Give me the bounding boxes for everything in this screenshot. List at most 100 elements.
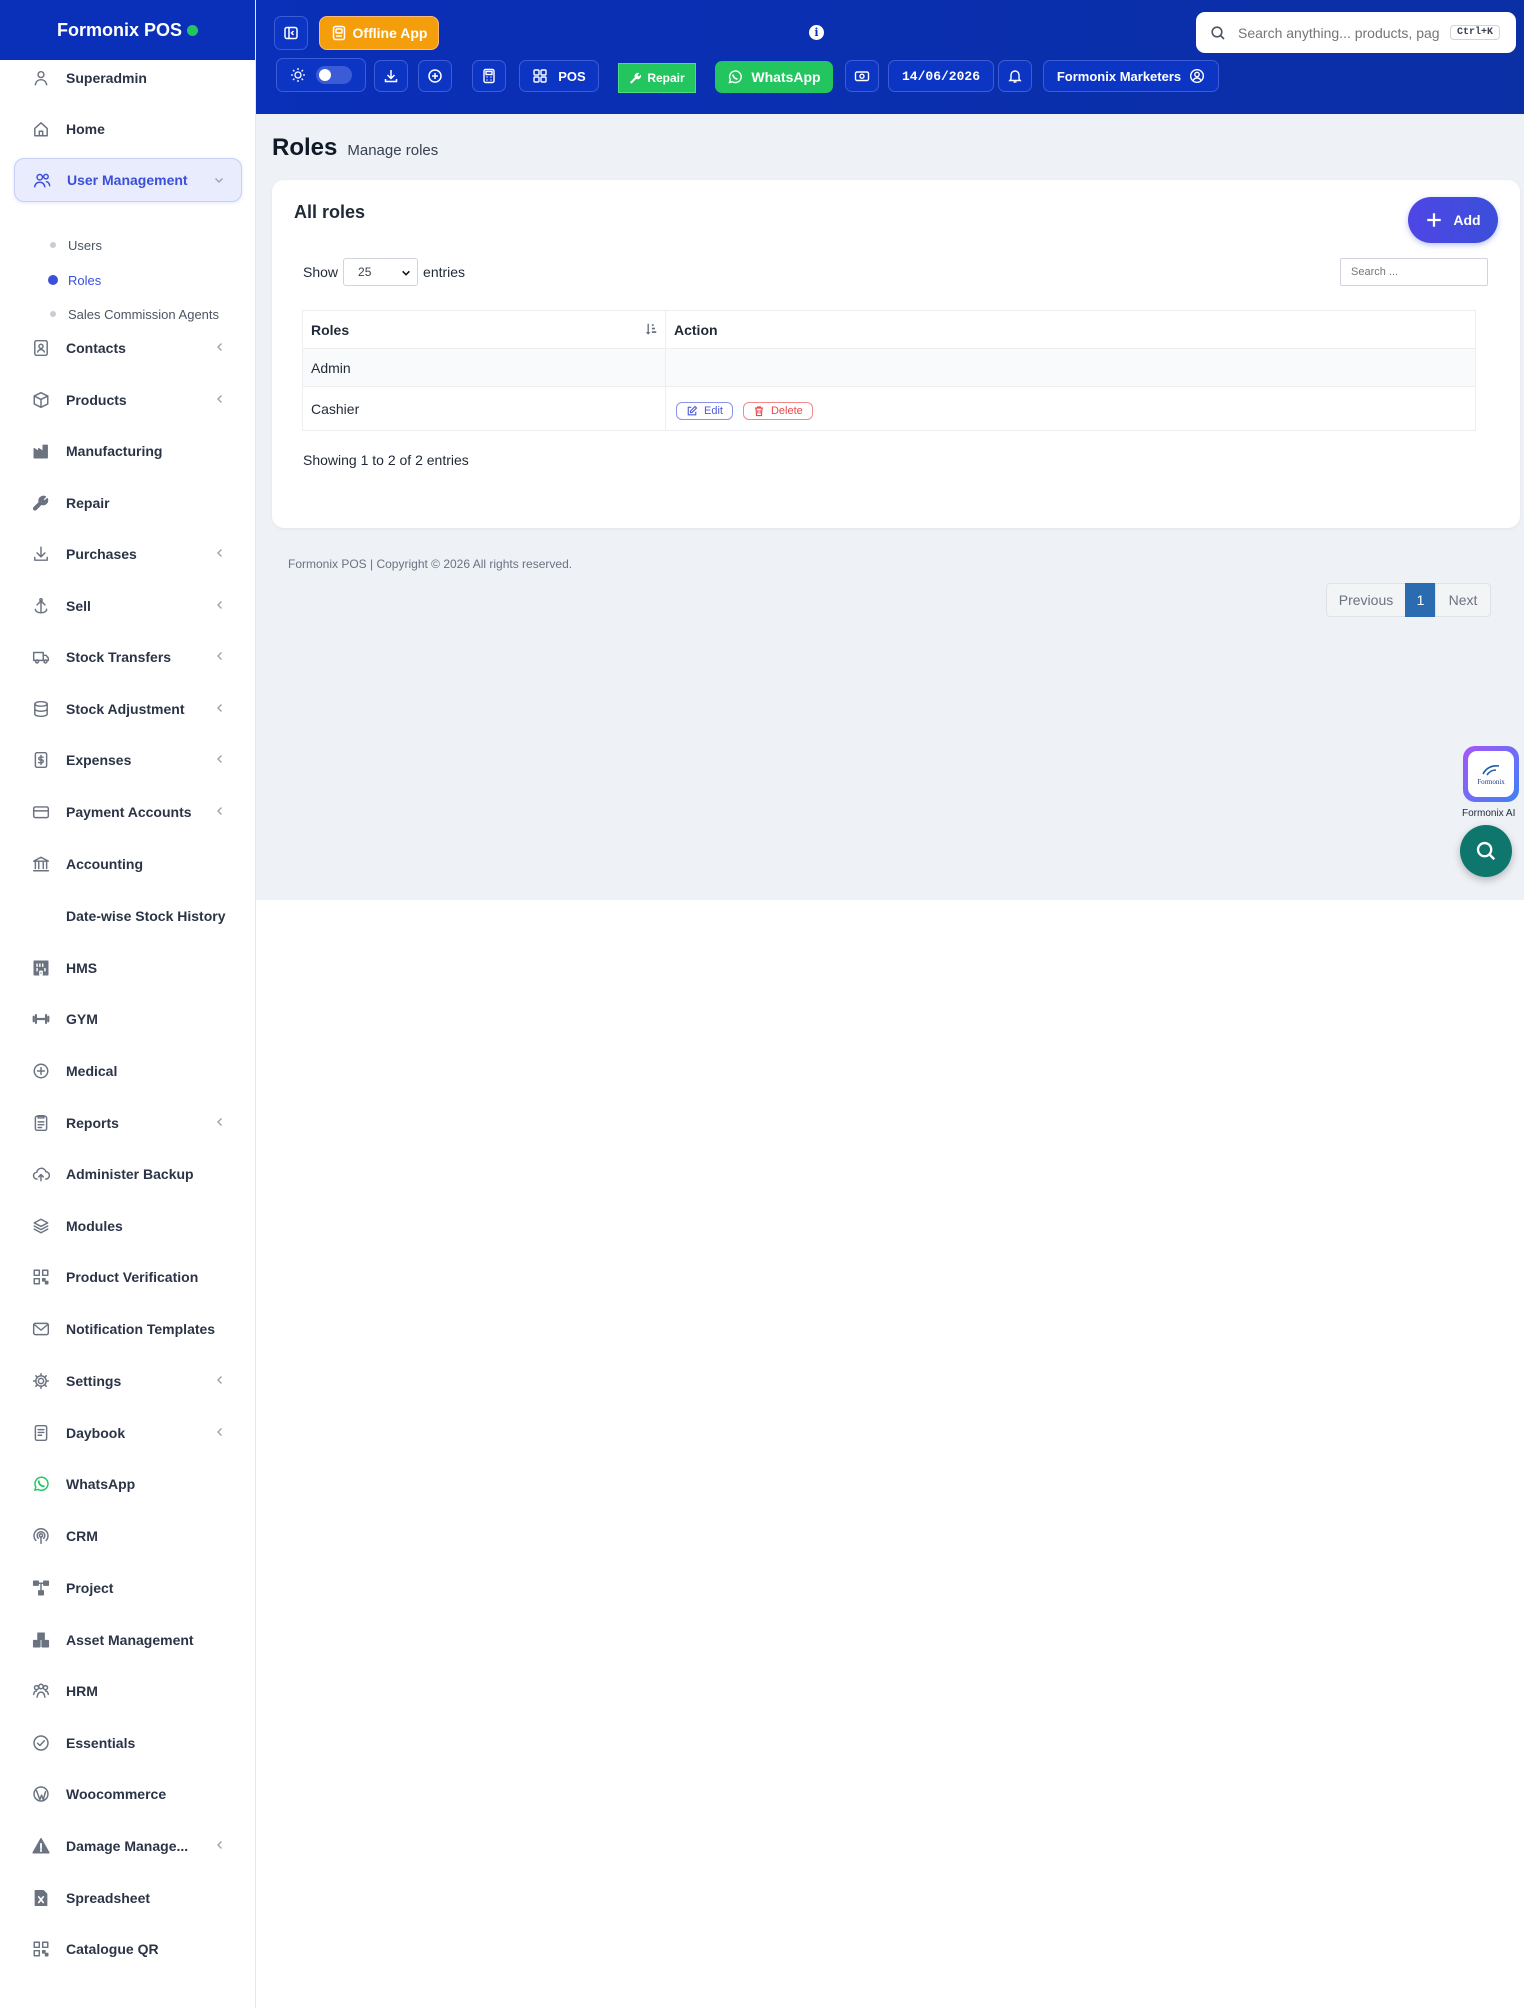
sidebar-item-superadmin[interactable]: Superadmin <box>14 56 242 100</box>
sidebar-item-stock-transfers[interactable]: Stock Transfers <box>14 635 242 679</box>
theme-switch[interactable] <box>316 66 352 84</box>
report-icon <box>34 1114 48 1132</box>
sidebar-item-spreadsheet[interactable]: Spreadsheet <box>14 1876 242 1920</box>
sidebar-item-repair[interactable]: Repair <box>14 481 242 525</box>
sidebar-item-whatsapp[interactable]: WhatsApp <box>14 1462 242 1506</box>
sidebar-item-purchases[interactable]: Purchases <box>14 532 242 576</box>
sidebar-item-administer-backup[interactable]: Administer Backup <box>14 1152 242 1196</box>
dumbbell-icon <box>32 1013 50 1025</box>
sidebar-item-home[interactable]: Home <box>14 107 242 151</box>
sidebar-item-product-verification[interactable]: Product Verification <box>14 1255 242 1299</box>
layers-icon <box>33 1218 49 1234</box>
sidebar-item-expenses[interactable]: Expenses <box>14 738 242 782</box>
download-button[interactable] <box>374 60 408 92</box>
submenu-item-label: Roles <box>68 272 102 288</box>
user-icon <box>34 70 48 86</box>
sidebar-item-catalogue-qr[interactable]: Catalogue QR <box>14 1927 242 1971</box>
sidebar-item-notification-templates[interactable]: Notification Templates <box>14 1307 242 1351</box>
submenu-item-label: Users <box>68 237 102 253</box>
sidebar-item-sell[interactable]: Sell <box>14 584 242 628</box>
date-display[interactable]: 14/06/2026 <box>888 60 994 92</box>
download-icon <box>384 70 398 83</box>
sidebar-item-crm[interactable]: CRM <box>14 1514 242 1558</box>
delete-button[interactable]: Delete <box>742 401 813 420</box>
cash-register-button[interactable] <box>845 60 879 92</box>
chevron-left-icon <box>217 807 222 815</box>
pagination-next[interactable]: Next <box>1435 583 1491 617</box>
offline-app-icon <box>332 25 345 41</box>
sidebar-item-essentials[interactable]: Essentials <box>14 1721 242 1765</box>
repair-button[interactable]: Repair <box>618 63 696 93</box>
sidebar-item-accounting[interactable]: Accounting <box>14 842 242 886</box>
sidebar-item-reports[interactable]: Reports <box>14 1101 242 1145</box>
whatsapp-button[interactable]: WhatsApp <box>715 61 833 93</box>
bell-icon <box>1008 70 1022 83</box>
sidebar-item-modules[interactable]: Modules <box>14 1204 242 1248</box>
sidebar-item-daybook[interactable]: Daybook <box>14 1411 242 1455</box>
table-header-row: Roles Action <box>302 310 1476 349</box>
submenu-item-label: Sales Commission Agents <box>68 306 220 322</box>
submenu-item-users[interactable]: Users <box>50 234 102 256</box>
sidebar-item-products[interactable]: Products <box>14 378 242 422</box>
action-cell: Edit Delete <box>665 386 1476 431</box>
page-subtitle: Manage roles <box>347 142 439 159</box>
sidebar-toggle-button[interactable] <box>274 16 308 50</box>
sidebar-item-hrm[interactable]: HRM <box>14 1669 242 1713</box>
floating-search-button[interactable] <box>1460 825 1512 877</box>
roles-column-header[interactable]: Roles <box>302 310 666 349</box>
offline-app-label: Offline App <box>352 25 428 41</box>
add-label: Add <box>1453 212 1481 228</box>
sitemap-icon <box>32 1580 50 1596</box>
pagination-page-1[interactable]: 1 <box>1405 583 1436 617</box>
sidebar-item-date-wise-stock-history[interactable]: Date-wise Stock History <box>14 894 242 938</box>
pos-button[interactable]: POS <box>519 60 599 92</box>
theme-toggle[interactable] <box>276 58 366 92</box>
calculator-button[interactable] <box>472 60 506 92</box>
sidebar-item-label: Asset Management <box>66 1632 194 1648</box>
pagination-previous[interactable]: Previous <box>1326 583 1406 617</box>
sidebar-item-settings[interactable]: Settings <box>14 1359 242 1403</box>
sidebar-item-manufacturing[interactable]: Manufacturing <box>14 429 242 473</box>
sidebar-item-label: Notification Templates <box>66 1321 216 1337</box>
page-length-select[interactable]: 25 <box>343 258 419 286</box>
roles-table: Roles Action Admin Cashier Edit Delete <box>302 310 1476 431</box>
submenu-item-sales-commission-agents[interactable]: Sales Commission Agents <box>50 303 219 325</box>
sidebar-item-stock-adjustment[interactable]: Stock Adjustment <box>14 687 242 731</box>
submenu-bullet <box>48 275 58 285</box>
table-info: Showing 1 to 2 of 2 entries <box>303 452 469 468</box>
sidebar-item-label: Project <box>66 1580 114 1596</box>
wrench-icon <box>630 72 642 84</box>
add-role-button[interactable]: Add <box>1408 197 1498 243</box>
broadcast-icon <box>33 1528 49 1545</box>
sidebar-item-woocommerce[interactable]: Woocommerce <box>14 1772 242 1816</box>
contact-icon <box>34 339 48 357</box>
sidebar-item-damage-manage[interactable]: Damage Manage... <box>14 1824 242 1868</box>
offline-app-button[interactable]: Offline App <box>319 16 439 50</box>
qr-icon <box>33 1269 49 1285</box>
sidebar-item-medical[interactable]: Medical <box>14 1049 242 1093</box>
notifications-button[interactable] <box>998 60 1032 92</box>
trash-icon <box>754 405 764 416</box>
edit-button[interactable]: Edit <box>676 401 733 420</box>
sidebar-item-project[interactable]: Project <box>14 1566 242 1610</box>
global-search[interactable]: Ctrl+K <box>1196 12 1516 53</box>
info-icon[interactable]: i <box>809 25 824 40</box>
table-search-input[interactable] <box>1340 258 1488 286</box>
brand-logo[interactable]: Formonix POS <box>0 0 255 60</box>
sidebar-item-asset-management[interactable]: Asset Management <box>14 1618 242 1662</box>
global-search-input[interactable] <box>1238 24 1444 41</box>
business-menu-button[interactable]: Formonix Marketers <box>1043 60 1219 92</box>
money-icon <box>854 71 870 82</box>
sidebar-item-user-management[interactable]: User Management <box>14 158 242 202</box>
add-new-button[interactable] <box>418 60 452 92</box>
submenu-item-roles[interactable]: Roles <box>48 269 102 291</box>
online-status-dot <box>187 24 198 36</box>
sidebar-item-hms[interactable]: HMS <box>14 946 242 990</box>
sidebar-item-label: Product Verification <box>66 1269 199 1285</box>
sidebar-item-label: Manufacturing <box>66 443 163 459</box>
formonix-ai-widget[interactable]: Formonix <box>1463 746 1519 802</box>
sidebar-item-contacts[interactable]: Contacts <box>14 326 242 370</box>
sidebar-item-gym[interactable]: GYM <box>14 997 242 1041</box>
sidebar-item-payment-accounts[interactable]: Payment Accounts <box>14 790 242 834</box>
sidebar-item-label: HRM <box>66 1683 98 1699</box>
